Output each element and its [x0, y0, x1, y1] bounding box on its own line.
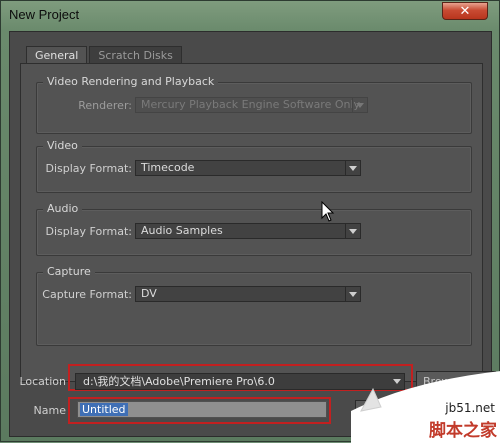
audio-title: Audio — [43, 202, 83, 215]
project-name-value: Untitled — [80, 403, 128, 416]
tab-scratch-disks[interactable]: Scratch Disks — [89, 46, 182, 63]
video-rendering-group: Video Rendering and Playback Renderer: M… — [36, 75, 472, 134]
capture-format-label: Capture Format: — [42, 288, 132, 301]
watermark: jb51.net 脚本之家 — [351, 371, 500, 443]
video-rendering-title: Video Rendering and Playback — [43, 75, 219, 88]
audio-display-format-select[interactable]: Audio Samples — [135, 223, 361, 239]
close-button[interactable]: ✕ — [442, 2, 488, 20]
capture-format-select[interactable]: DV — [135, 286, 361, 302]
renderer-label: Renderer: — [78, 99, 132, 112]
capture-title: Capture — [43, 265, 95, 278]
name-label: Name — [33, 404, 66, 417]
close-icon: ✕ — [459, 3, 471, 19]
chevron-down-icon — [352, 98, 367, 112]
video-display-format-label: Display Format: — [45, 162, 132, 175]
tab-bar: General Scratch Disks — [26, 46, 182, 64]
audio-display-format-label: Display Format: — [45, 225, 132, 238]
mouse-cursor-icon — [321, 201, 335, 222]
watermark-site: jb51.net — [445, 401, 495, 415]
video-title: Video — [43, 139, 82, 152]
video-display-format-value: Timecode — [141, 161, 195, 174]
capture-group: Capture Capture Format: DV — [36, 265, 472, 346]
location-label: Location — [19, 375, 66, 388]
renderer-select: Mercury Playback Engine Software Only — [135, 97, 368, 113]
new-project-dialog: New Project ✕ General Scratch Disks Vide… — [0, 0, 500, 443]
renderer-value: Mercury Playback Engine Software Only — [141, 98, 361, 111]
chevron-down-icon — [345, 161, 360, 175]
general-panel: Video Rendering and Playback Renderer: M… — [20, 63, 483, 382]
title-bar[interactable]: New Project ✕ — [1, 1, 499, 31]
project-name-input[interactable]: Untitled — [77, 401, 327, 418]
audio-display-format-value: Audio Samples — [141, 224, 223, 237]
video-display-format-select[interactable]: Timecode — [135, 160, 361, 176]
location-value: d:\我的文档\Adobe\Premiere Pro\6.0 — [83, 375, 275, 388]
audio-group: Audio Display Format: Audio Samples — [36, 202, 472, 256]
chevron-down-icon — [345, 287, 360, 301]
window-title: New Project — [9, 7, 80, 22]
capture-format-value: DV — [141, 287, 157, 300]
chevron-down-icon — [345, 224, 360, 238]
watermark-brand: 脚本之家 — [429, 421, 497, 441]
tab-general[interactable]: General — [26, 46, 88, 64]
video-group: Video Display Format: Timecode — [36, 139, 472, 193]
